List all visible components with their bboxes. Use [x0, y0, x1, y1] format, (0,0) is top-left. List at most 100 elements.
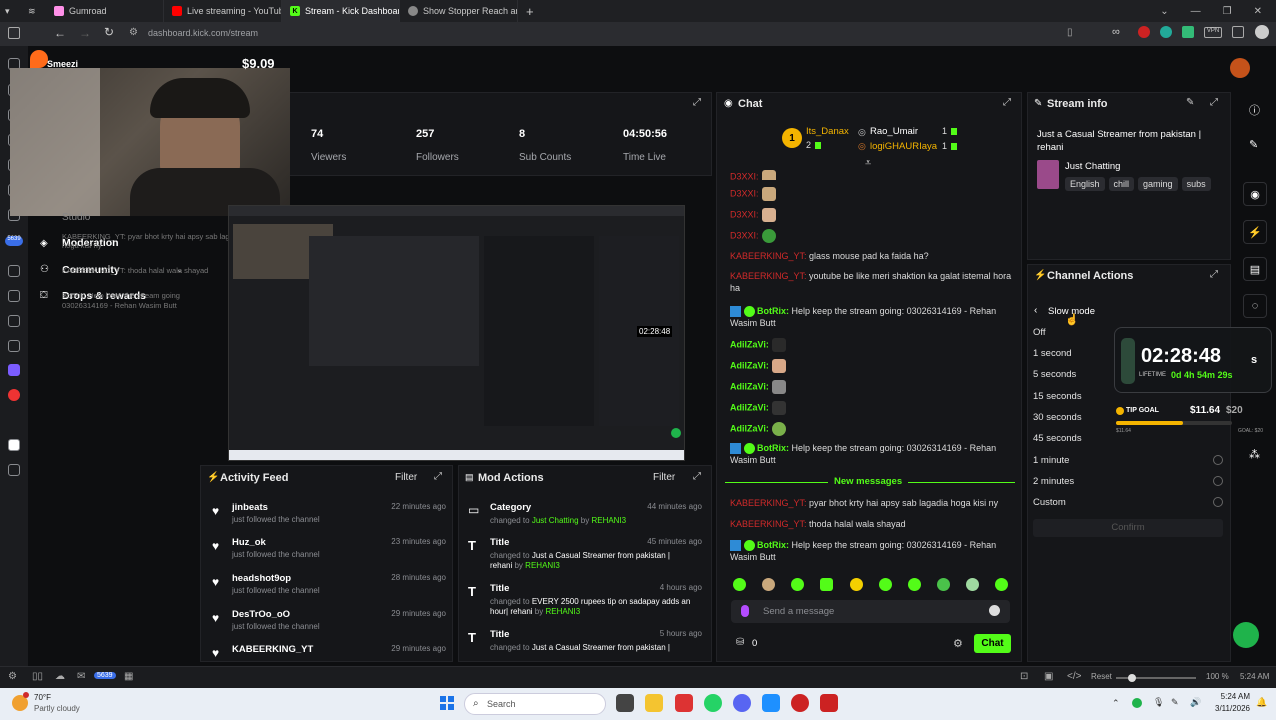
emote-icon[interactable] [966, 578, 979, 591]
emote-icon[interactable] [850, 578, 863, 591]
calendar-icon[interactable]: ▦ [124, 671, 133, 682]
expand-icon[interactable]: ⤢ [1210, 269, 1218, 280]
browser-menu-icon[interactable]: ▾ [0, 0, 22, 22]
tag-chip[interactable]: chill [1108, 177, 1135, 191]
microphone-icon[interactable] [741, 605, 749, 617]
sidebar-toggle-icon[interactable] [8, 27, 20, 39]
edit-icon[interactable]: ✎ [1186, 97, 1194, 108]
expand-icon[interactable]: ⤢ [1210, 97, 1218, 108]
tag-chip[interactable]: subs [1181, 177, 1211, 191]
leaderboard-name[interactable]: Rao_Umair [870, 126, 918, 137]
kick-rail-icon[interactable] [8, 439, 20, 451]
tag-chip[interactable]: gaming [1138, 177, 1178, 191]
tab-kick-dashboard[interactable]: K Stream - Kick Dashboard [282, 0, 400, 22]
feed-rail-icon[interactable] [8, 340, 20, 352]
app-icon[interactable] [820, 694, 838, 712]
info-icon[interactable]: ⓘ [1249, 102, 1260, 118]
webcam-toggle-icon[interactable]: ◉ [1243, 182, 1267, 206]
vivaldi-rail-icon[interactable] [8, 389, 20, 401]
calendar-rail-icon[interactable] [8, 290, 20, 302]
headset-support-icon[interactable] [1233, 622, 1259, 648]
file-explorer-icon[interactable] [645, 694, 663, 712]
pen-tray-icon[interactable]: ✎ [1171, 697, 1179, 708]
user-avatar[interactable] [1230, 58, 1250, 78]
discord-icon[interactable] [733, 694, 751, 712]
youtube-extension-icon[interactable] [1138, 26, 1150, 38]
tag-chip[interactable]: English [1065, 177, 1105, 191]
chat-toggle-icon[interactable]: ◌ [1243, 294, 1267, 318]
slow-mode-option[interactable]: Custom [1033, 497, 1223, 508]
slow-mode-option[interactable]: 1 minute [1033, 455, 1223, 466]
task-view-icon[interactable] [616, 694, 634, 712]
zoom-slider[interactable] [1116, 674, 1196, 682]
expand-icon[interactable]: ⤢ [1003, 97, 1011, 108]
tab-show-stopper[interactable]: Show Stopper Reach an av... [400, 0, 518, 22]
code-icon[interactable]: </> [1067, 671, 1081, 682]
taskbar-search[interactable]: ⌕ Search [464, 693, 606, 715]
vivaldi-taskbar-icon[interactable] [675, 694, 693, 712]
tasks-rail-icon[interactable] [8, 315, 20, 327]
confirm-button[interactable]: Confirm [1033, 519, 1223, 537]
mod-filter-button[interactable]: Filter [653, 472, 675, 483]
mail-icon[interactable]: ✉ [77, 671, 85, 682]
edit-pencil-icon[interactable]: ✎ [1249, 138, 1258, 151]
notification-bell-icon[interactable]: 🔔 [1256, 697, 1267, 708]
site-settings-icon[interactable]: ⚙ [129, 27, 138, 38]
grammarly-icon[interactable] [1160, 26, 1172, 38]
badge-rail-icon[interactable]: 5639 [5, 236, 23, 246]
clock-time[interactable]: 5:24 AM [1208, 692, 1250, 701]
expand-icon[interactable]: ⤢ [693, 97, 701, 108]
emote-icon[interactable] [995, 578, 1008, 591]
bookmark-icon[interactable]: ▯ [1067, 27, 1073, 38]
chevron-up-icon[interactable]: ⌃ [1112, 698, 1120, 709]
extension-icon[interactable] [1182, 26, 1194, 38]
category-name[interactable]: Just Chatting [1065, 161, 1120, 172]
leaderboard-name[interactable]: Its_Danax [806, 126, 849, 137]
add-panel-rail-icon[interactable] [8, 464, 20, 476]
chat-input[interactable]: Send a message [731, 600, 1010, 623]
reload-icon[interactable]: ↻ [104, 25, 114, 39]
emote-icon[interactable] [762, 578, 775, 591]
cloud-icon[interactable]: ☁ [55, 671, 65, 682]
tray-app-icon[interactable] [1132, 698, 1142, 708]
chevron-down-icon[interactable]: ⩡ [865, 157, 871, 170]
emoji-picker-icon[interactable] [989, 605, 1000, 616]
vscode-icon[interactable] [762, 694, 780, 712]
tab-gumroad[interactable]: Gumroad [46, 0, 164, 22]
mastodon-rail-icon[interactable] [8, 364, 20, 376]
connections-icon[interactable]: ⁂ [1249, 448, 1260, 461]
emote-icon[interactable] [733, 578, 746, 591]
back-chevron-icon[interactable]: ‹ [1034, 305, 1037, 316]
emote-icon[interactable] [908, 578, 921, 591]
tab-search-icon[interactable]: ⌄ [1160, 6, 1168, 17]
capture-icon[interactable]: ⊡ [1020, 671, 1028, 682]
activity-filter-button[interactable]: Filter [395, 472, 417, 483]
tab-manager-icon[interactable]: ≋ [22, 0, 46, 22]
obs-icon[interactable] [791, 694, 809, 712]
radio-button[interactable] [1213, 455, 1223, 465]
restore-icon[interactable]: ❐ [1223, 6, 1232, 17]
stream-preview[interactable]: 02:28:48 [228, 205, 685, 461]
whatsapp-icon[interactable] [704, 694, 722, 712]
slow-mode-option[interactable]: 2 minutes [1033, 476, 1223, 487]
new-tab-button[interactable]: + [518, 0, 542, 22]
close-icon[interactable]: ✕ [1254, 6, 1262, 17]
tiling-icon[interactable]: ▣ [1044, 671, 1053, 682]
back-icon[interactable]: ← [54, 26, 66, 40]
settings-icon[interactable]: ⚙ [8, 671, 17, 682]
emote-icon[interactable] [937, 578, 950, 591]
panel-toggle-icon[interactable]: ▯▯ [32, 671, 43, 682]
forward-icon[interactable]: → [79, 26, 91, 40]
chat-send-button[interactable]: Chat [974, 634, 1011, 653]
volume-icon[interactable]: 🔊 [1190, 697, 1201, 708]
profile-avatar-icon[interactable] [1255, 25, 1269, 39]
vpn-icon[interactable]: VPN [1204, 27, 1222, 38]
expand-icon[interactable]: ⤢ [434, 471, 442, 482]
extensions-icon[interactable]: ∞ [1112, 26, 1120, 38]
emote-icon[interactable] [820, 578, 833, 591]
minimize-icon[interactable]: — [1191, 6, 1201, 17]
settings-gear-icon[interactable]: ⚙ [953, 637, 963, 650]
url-field[interactable]: dashboard.kick.com/stream [148, 28, 1068, 41]
radio-button[interactable] [1213, 476, 1223, 486]
tab-youtube[interactable]: Live streaming - YouTube S [164, 0, 282, 22]
